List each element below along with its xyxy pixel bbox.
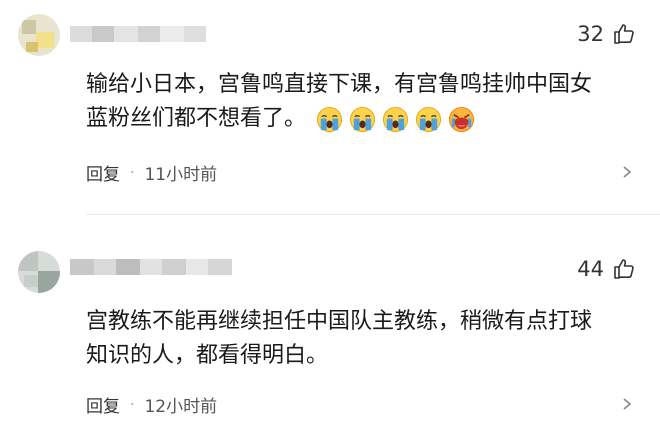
comment-line-with-emojis: 蓝粉丝们都不想看了。 bbox=[86, 102, 646, 136]
like-count: 32 bbox=[577, 22, 604, 46]
reply-button[interactable]: 回复 bbox=[86, 392, 120, 417]
comment-line: 知识的人，都看得明白。 bbox=[86, 343, 329, 368]
username-blurred[interactable] bbox=[70, 259, 232, 275]
comment-meta: 回复 · 11小时前 bbox=[86, 160, 218, 186]
comment-item: 32 输给小日本，宫鲁鸣直接下课，有宫鲁鸣挂帅中国女 蓝粉丝们都不想看了。 回复… bbox=[0, 0, 660, 215]
comment-line: 宫教练不能再继续担任中国队主教练，稍微有点打球 bbox=[86, 309, 593, 334]
comment-item: 44 宫教练不能再继续担任中国队主教练，稍微有点打球 知识的人，都看得明白。 回… bbox=[0, 215, 660, 430]
more-replies-button[interactable] bbox=[620, 164, 634, 183]
thumbs-up-icon[interactable] bbox=[612, 22, 636, 46]
chevron-right-icon bbox=[623, 398, 632, 410]
timestamp: 12小时前 bbox=[144, 397, 218, 417]
comment-line: 输给小日本，宫鲁鸣直接下课，有宫鲁鸣挂帅中国女 bbox=[86, 72, 593, 97]
comment-text: 宫教练不能再继续担任中国队主教练，稍微有点打球 知识的人，都看得明白。 bbox=[86, 305, 646, 373]
comment-line: 蓝粉丝们都不想看了。 bbox=[86, 106, 307, 131]
thumbs-up-icon[interactable] bbox=[612, 257, 636, 281]
avatar[interactable] bbox=[18, 14, 60, 56]
timestamp: 11小时前 bbox=[144, 165, 218, 185]
crying-emoji bbox=[349, 106, 376, 132]
username-blurred[interactable] bbox=[70, 26, 206, 42]
comment-text: 输给小日本，宫鲁鸣直接下课，有宫鲁鸣挂帅中国女 蓝粉丝们都不想看了。 bbox=[86, 68, 646, 136]
crying-emoji bbox=[382, 106, 409, 132]
like-area[interactable]: 32 bbox=[577, 22, 636, 46]
reply-button[interactable]: 回复 bbox=[86, 160, 120, 185]
chevron-right-icon bbox=[623, 166, 632, 178]
avatar[interactable] bbox=[18, 251, 60, 293]
loud-crying-emoji bbox=[448, 106, 475, 132]
like-area[interactable]: 44 bbox=[577, 257, 636, 281]
separator-dot: · bbox=[130, 164, 135, 181]
crying-emoji bbox=[415, 106, 442, 132]
crying-emoji bbox=[316, 106, 343, 132]
comment-meta: 回复 · 12小时前 bbox=[86, 392, 218, 418]
separator-dot: · bbox=[130, 396, 135, 413]
more-replies-button[interactable] bbox=[620, 396, 634, 415]
emoji-group bbox=[316, 106, 475, 133]
like-count: 44 bbox=[577, 257, 604, 281]
